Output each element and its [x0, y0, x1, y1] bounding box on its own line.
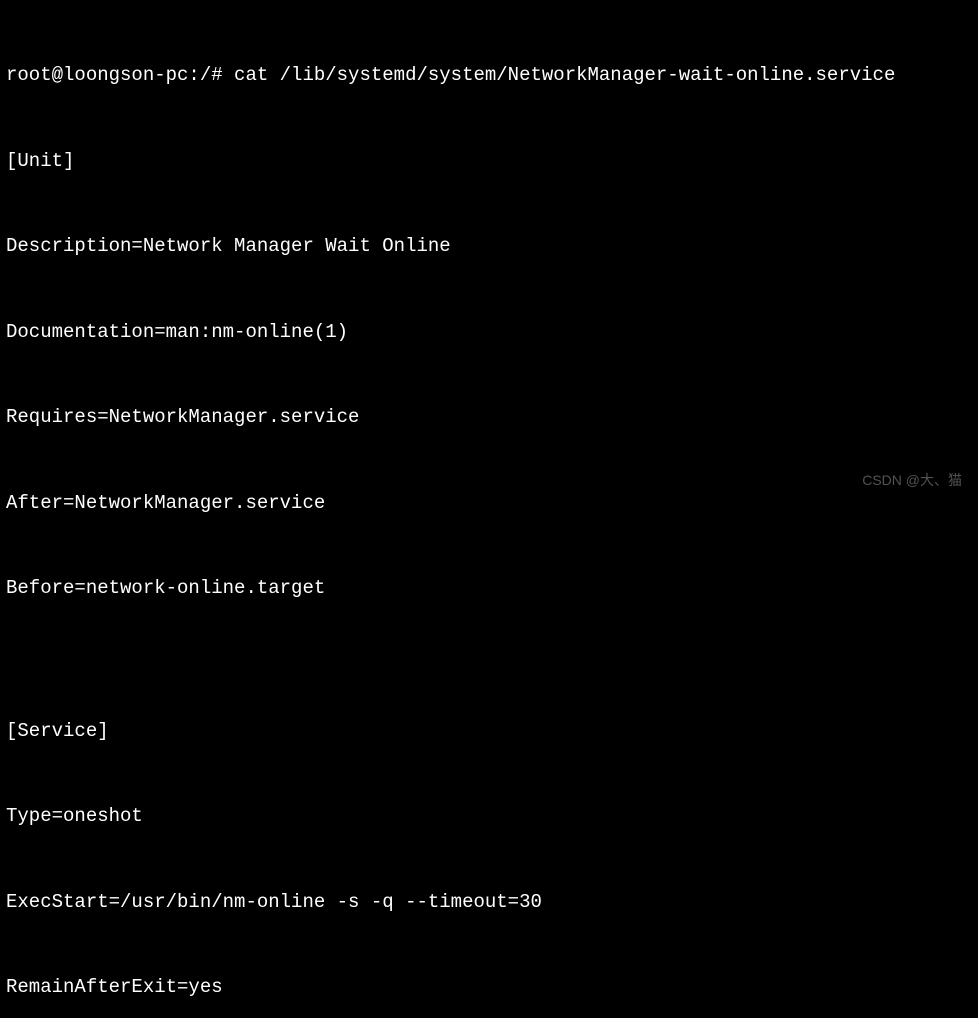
- watermark-text: CSDN @大、猫: [862, 470, 962, 491]
- output-line: Before=network-online.target: [6, 574, 972, 603]
- output-line: ExecStart=/usr/bin/nm-online -s -q --tim…: [6, 888, 972, 917]
- output-line: [Unit]: [6, 147, 972, 176]
- output-line: Documentation=man:nm-online(1): [6, 318, 972, 347]
- output-line: Requires=NetworkManager.service: [6, 403, 972, 432]
- terminal-output[interactable]: root@loongson-pc:/# cat /lib/systemd/sys…: [6, 4, 972, 1018]
- output-line: RemainAfterExit=yes: [6, 973, 972, 1002]
- output-line: Type=oneshot: [6, 802, 972, 831]
- output-line: After=NetworkManager.service: [6, 489, 972, 518]
- output-line: [Service]: [6, 717, 972, 746]
- command-line: root@loongson-pc:/# cat /lib/systemd/sys…: [6, 61, 972, 90]
- output-line: Description=Network Manager Wait Online: [6, 232, 972, 261]
